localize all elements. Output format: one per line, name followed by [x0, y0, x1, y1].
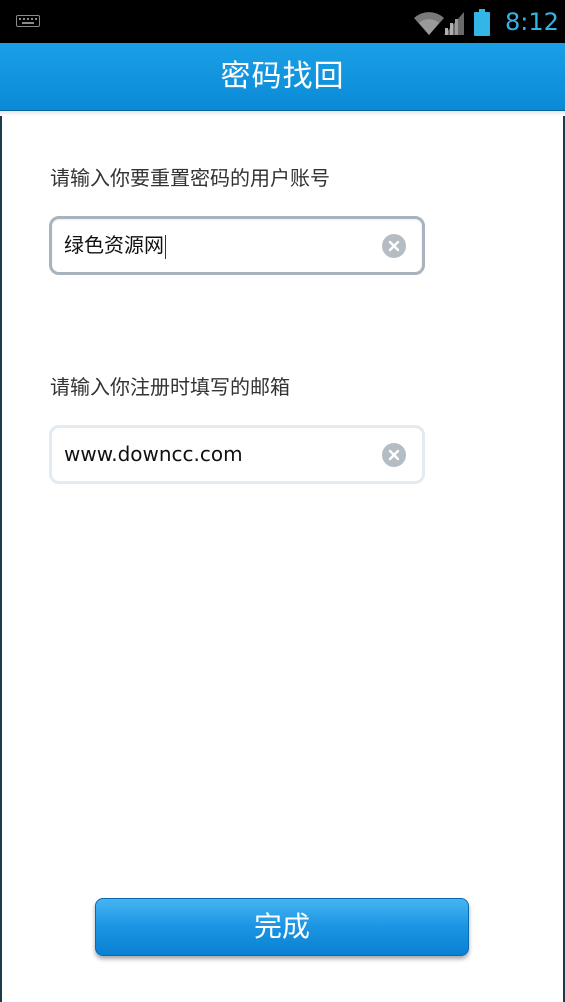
- clear-icon: [388, 240, 400, 252]
- status-bar: 8:12: [0, 0, 565, 43]
- email-input[interactable]: www.downcc.com: [49, 425, 425, 484]
- text-cursor: [165, 234, 166, 259]
- battery-icon: [474, 9, 490, 36]
- account-clear-button[interactable]: [382, 234, 406, 258]
- signal-icon: [444, 12, 464, 35]
- keyboard-icon: [16, 15, 40, 27]
- email-label: 请输入你注册时填写的邮箱: [50, 375, 290, 399]
- title-shadow: [0, 110, 565, 116]
- email-input-value[interactable]: www.downcc.com: [64, 428, 243, 481]
- page-title: 密码找回: [220, 59, 345, 94]
- status-clock: 8:12: [505, 8, 559, 36]
- email-clear-button[interactable]: [382, 443, 406, 467]
- wifi-icon: [414, 12, 444, 36]
- clear-icon: [388, 449, 400, 461]
- done-button[interactable]: 完成: [95, 898, 469, 956]
- account-value-text: 绿色资源网: [64, 233, 164, 257]
- account-input[interactable]: 绿色资源网: [49, 216, 425, 275]
- account-label: 请输入你要重置密码的用户账号: [50, 166, 330, 190]
- title-bar: 密码找回: [0, 43, 565, 111]
- screen-edge-left: [0, 116, 2, 1002]
- account-input-value[interactable]: 绿色资源网: [64, 219, 166, 272]
- screen: 8:12 密码找回 请输入你要重置密码的用户账号 绿色资源网 请输入你注册时填写…: [0, 0, 565, 1002]
